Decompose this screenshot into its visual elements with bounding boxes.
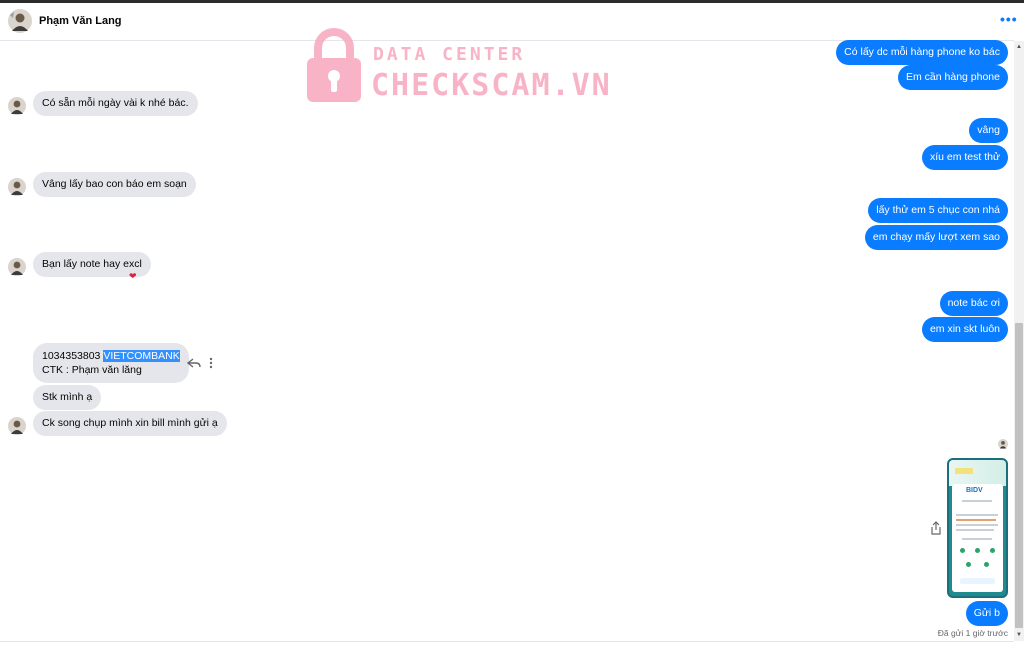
contact-avatar-small[interactable] (8, 97, 26, 115)
outgoing-message[interactable]: vâng (969, 118, 1008, 143)
bank-logo: BIDV (966, 487, 983, 494)
receipt-button (960, 578, 995, 584)
account-holder-line: CTK : Phạm văn lăng (42, 364, 142, 376)
watermark: DATA CENTER CHECKSCAM.VN (305, 28, 645, 108)
receipt-line (962, 500, 992, 502)
receipt-line (956, 524, 998, 526)
receipt-image[interactable]: BIDV (947, 458, 1008, 598)
seen-avatar (998, 439, 1008, 449)
incoming-message[interactable]: Có sẵn mỗi ngày vài k nhé bác. (33, 91, 198, 116)
scroll-down-icon[interactable]: ▼ (1016, 632, 1022, 638)
receipt-line (956, 519, 996, 521)
scrollbar-thumb[interactable] (1015, 323, 1023, 628)
outgoing-message[interactable]: em xin skt luôn (921, 317, 1008, 342)
share-icon[interactable] (930, 521, 942, 535)
receipt-tag (955, 468, 973, 474)
outgoing-message[interactable]: note bác ơi (939, 291, 1008, 316)
watermark-line-1: DATA CENTER (373, 44, 526, 65)
more-vertical-icon[interactable] (208, 357, 214, 369)
incoming-message-account[interactable]: 1034353803 VIETCOMBANK CTK : Phạm văn lă… (33, 343, 189, 383)
more-options-icon[interactable]: ••• (1000, 11, 1018, 27)
heart-reaction-icon[interactable]: ❤ (129, 271, 137, 282)
incoming-message[interactable]: Stk mình ạ (33, 385, 102, 410)
receipt-option-icon (984, 562, 989, 567)
account-number: 1034353803 (42, 350, 104, 362)
outgoing-message[interactable]: Em cần hàng phone (898, 65, 1008, 90)
receipt-option-icon (966, 562, 971, 567)
receipt-option-icon (990, 548, 995, 553)
sent-status: Đã gửi 1 giờ trước (937, 628, 1008, 638)
contact-avatar-small[interactable] (8, 258, 26, 276)
receipt-line (956, 529, 994, 531)
contact-avatar-small[interactable] (8, 178, 26, 196)
receipt-line (956, 514, 998, 516)
receipt-option-icon (975, 548, 980, 553)
outgoing-message[interactable]: xíu em test thử (921, 145, 1008, 170)
scroll-up-icon[interactable]: ▲ (1016, 44, 1022, 50)
incoming-message[interactable]: Vâng lấy bao con báo em soạn (33, 172, 196, 197)
watermark-line-2: CHECKSCAM.VN (371, 68, 612, 103)
composer-divider (0, 641, 1014, 642)
scrollbar[interactable]: ▲ ▼ (1014, 41, 1024, 641)
bank-name-selected: VIETCOMBANK (103, 350, 180, 362)
outgoing-message[interactable]: Gửi b (965, 601, 1008, 626)
outgoing-message[interactable]: em chạy mấy lượt xem sao (864, 225, 1008, 250)
contact-avatar-small[interactable] (8, 417, 26, 435)
outgoing-message[interactable]: Có lấy dc mỗi hàng phone ko bác (836, 40, 1008, 65)
receipt-option-icon (960, 548, 965, 553)
lock-icon (307, 28, 361, 102)
contact-avatar[interactable] (8, 9, 32, 33)
reply-icon[interactable] (187, 358, 201, 368)
receipt-body: BIDV (952, 484, 1003, 592)
incoming-message[interactable]: Ck song chụp mình xin bill mình gửi ạ (33, 411, 227, 436)
outgoing-message[interactable]: lấy thử em 5 chục con nhá (868, 198, 1008, 223)
receipt-line (962, 538, 992, 540)
contact-name[interactable]: Phạm Văn Lang (39, 15, 122, 27)
account-number-line: 1034353803 VIETCOMBANK (42, 349, 180, 363)
